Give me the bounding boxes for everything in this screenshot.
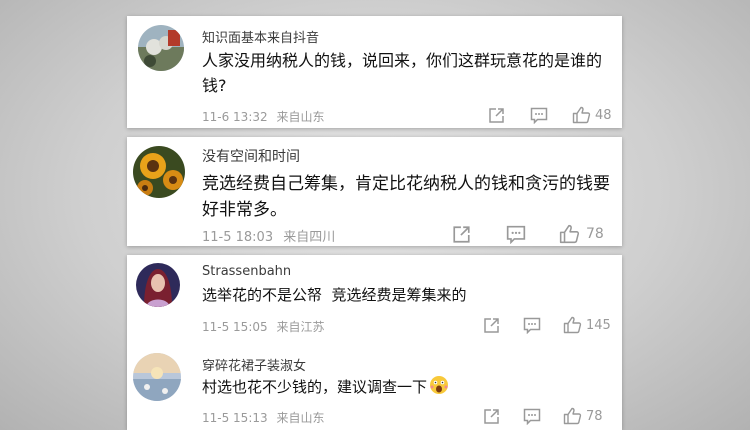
comment-date: 11-5 18:03 xyxy=(202,230,274,245)
comment-card-1: 知识面基本来自抖音 人家没用纳税人的钱，说回来，你们这群玩意花的是谁的钱? 11… xyxy=(127,16,622,128)
comment-date: 11-5 15:05 xyxy=(202,320,268,334)
comment-button[interactable] xyxy=(530,107,548,124)
like-button[interactable]: 48 xyxy=(572,106,612,124)
like-button[interactable]: 78 xyxy=(559,224,604,244)
comment-location: 来自山东 xyxy=(276,411,325,425)
shocked-emoji-icon xyxy=(429,375,449,402)
like-count: 78 xyxy=(586,408,603,424)
comment-button[interactable] xyxy=(523,317,541,334)
comment-item: 穿碎花裙子装淑女 村选也花不少钱的，建议调查一下 11-5 15:13 来自山东… xyxy=(127,345,622,430)
like-count: 48 xyxy=(595,107,612,123)
comment-text-body: 村选也花不少钱的，建议调查一下 xyxy=(202,378,428,396)
comment-date: 11-5 15:13 xyxy=(202,411,268,425)
comment-meta: 11-5 15:05 来自江苏 xyxy=(202,318,324,335)
like-count: 78 xyxy=(586,226,604,242)
share-button[interactable] xyxy=(483,408,500,425)
username[interactable]: Strassenbahn xyxy=(202,264,291,279)
username[interactable]: 知识面基本来自抖音 xyxy=(202,27,319,46)
username[interactable]: 穿碎花裙子装淑女 xyxy=(202,355,306,374)
share-button[interactable] xyxy=(452,225,471,244)
comment-item: 没有空间和时间 竞选经费自己筹集，肯定比花纳税人的钱和贪污的钱要好非常多。 11… xyxy=(127,137,622,246)
thumbs-up-icon xyxy=(563,407,582,425)
comment-actions: 78 xyxy=(452,224,604,244)
comment-item: Strassenbahn 选举花的不是公帑 竞选经费是筹集来的 11-5 15:… xyxy=(127,255,622,343)
comment-location: 来自四川 xyxy=(283,230,336,245)
thumbs-up-icon xyxy=(559,224,580,244)
comment-button[interactable] xyxy=(523,408,541,425)
share-icon xyxy=(489,107,504,123)
comment-item: 知识面基本来自抖音 人家没用纳税人的钱，说回来，你们这群玩意花的是谁的钱? 11… xyxy=(127,16,622,128)
like-count: 145 xyxy=(586,317,611,333)
comment-text: 村选也花不少钱的，建议调查一下 xyxy=(202,375,612,402)
comment-card-3: Strassenbahn 选举花的不是公帑 竞选经费是筹集来的 11-5 15:… xyxy=(127,255,622,430)
comment-location: 来自江苏 xyxy=(276,320,325,334)
comment-text: 竞选经费自己筹集，肯定比花纳税人的钱和贪污的钱要好非常多。 xyxy=(202,174,610,221)
comment-meta: 11-5 18:03 来自四川 xyxy=(202,226,335,245)
thumbs-up-icon xyxy=(563,316,582,334)
sunset-avatar-icon[interactable] xyxy=(133,353,181,401)
comment-text: 选举花的不是公帑 竞选经费是筹集来的 xyxy=(202,286,467,304)
comment-text: 人家没用纳税人的钱，说回来，你们这群玩意花的是谁的钱? xyxy=(202,51,603,95)
comment-actions: 78 xyxy=(483,407,603,425)
comment-card-2: 没有空间和时间 竞选经费自己筹集，肯定比花纳税人的钱和贪污的钱要好非常多。 11… xyxy=(127,137,622,246)
thumbs-up-icon xyxy=(572,106,591,124)
share-button[interactable] xyxy=(483,317,500,334)
share-icon xyxy=(484,317,499,333)
comment-location: 来自山东 xyxy=(276,110,325,124)
share-icon xyxy=(453,225,470,243)
share-button[interactable] xyxy=(488,107,505,124)
landscape-avatar-icon[interactable] xyxy=(138,25,184,71)
comment-meta: 11-6 13:32 来自山东 xyxy=(202,108,324,125)
comment-actions: 48 xyxy=(488,106,612,124)
comment-icon xyxy=(530,107,548,124)
comment-icon xyxy=(523,317,541,334)
comment-actions: 145 xyxy=(483,316,611,334)
like-button[interactable]: 145 xyxy=(563,316,611,334)
sunflower-avatar-icon[interactable] xyxy=(133,146,185,198)
comment-icon xyxy=(506,225,526,244)
comment-meta: 11-5 15:13 来自山东 xyxy=(202,409,324,426)
username[interactable]: 没有空间和时间 xyxy=(202,146,300,166)
like-button[interactable]: 78 xyxy=(563,407,603,425)
portrait-avatar-icon[interactable] xyxy=(136,263,180,307)
comment-button[interactable] xyxy=(506,225,526,244)
comment-icon xyxy=(523,408,541,425)
comment-date: 11-6 13:32 xyxy=(202,110,268,124)
share-icon xyxy=(484,408,499,424)
